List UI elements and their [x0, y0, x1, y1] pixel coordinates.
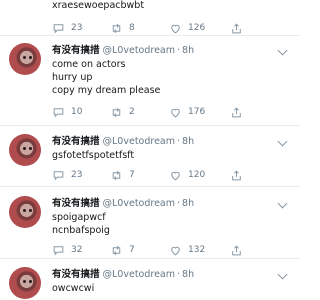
- retweet-count: 7: [129, 245, 135, 255]
- chevron-down-icon[interactable]: [277, 198, 288, 209]
- user-handle: @L0vetodream: [102, 136, 176, 147]
- share-button[interactable]: [230, 105, 243, 119]
- tweet-header: 有没有搞措 @L0vetodream · 8h: [52, 136, 195, 147]
- tweet-header: 有没有搞措 @L0vetodream · 8h: [52, 269, 195, 280]
- retweet-button[interactable]: 2: [110, 105, 135, 119]
- tweet-line: spoigapwcf: [52, 212, 106, 223]
- like-count: 132: [188, 245, 206, 255]
- retweet-count: 2: [129, 107, 135, 117]
- chevron-down-icon[interactable]: [277, 136, 288, 147]
- heart-icon: [171, 246, 180, 255]
- reply-button[interactable]: 10: [52, 105, 82, 119]
- avatar[interactable]: [9, 134, 41, 166]
- retweet-icon: [112, 23, 121, 33]
- tweet-line: ncnbafspoig: [52, 224, 110, 236]
- reply-icon: [53, 170, 64, 180]
- tweet-actions: 32 7 132: [52, 243, 292, 257]
- avatar[interactable]: [9, 267, 41, 299]
- timestamp[interactable]: 8h: [182, 136, 194, 147]
- reply-icon: [53, 23, 64, 33]
- share-icon: [232, 106, 241, 117]
- divider: [0, 186, 300, 187]
- tweet-header: 有没有搞措 @L0vetodream · 8h: [52, 198, 195, 209]
- tweet-text: spoigapwcf ncnbafspoig: [52, 212, 110, 238]
- display-name[interactable]: 有没有搞措: [52, 45, 100, 56]
- tweet-line: owcwcwi: [52, 283, 95, 294]
- tweet-text: come on actors hurry up copy my dream pl…: [52, 59, 160, 97]
- timestamp[interactable]: 8h: [182, 45, 194, 56]
- retweet-button[interactable]: 8: [110, 21, 135, 35]
- user-handle: @L0vetodream: [102, 269, 176, 280]
- reply-icon: [53, 245, 64, 255]
- tweet-line: come on actors: [52, 59, 126, 70]
- reply-count: 32: [71, 245, 83, 255]
- display-name[interactable]: 有没有搞措: [52, 198, 100, 209]
- heart-icon: [171, 108, 180, 117]
- like-button[interactable]: 120: [169, 168, 205, 182]
- chevron-down-icon[interactable]: [277, 45, 288, 56]
- reply-button[interactable]: 23: [52, 21, 82, 35]
- reply-count: 10: [71, 107, 83, 117]
- share-icon: [232, 22, 241, 33]
- tweet-text: owcwcwi: [52, 283, 94, 296]
- reply-icon: [53, 107, 64, 117]
- retweet-count: 7: [129, 170, 135, 180]
- retweet-button[interactable]: 7: [110, 243, 135, 257]
- tweet-line: gsfotetfspotetfsft: [52, 150, 135, 161]
- timeline-feed: xraesewoepacbwbt 23 8 126 有没有搞措 @L0vetodr: [0, 0, 300, 300]
- user-handle: @L0vetodream: [102, 45, 176, 56]
- retweet-button[interactable]: 7: [110, 168, 135, 182]
- share-button[interactable]: [230, 168, 243, 182]
- share-icon: [232, 169, 241, 180]
- like-count: 176: [188, 107, 206, 117]
- tweet-line: copy my dream please: [52, 84, 161, 96]
- like-button[interactable]: 126: [169, 21, 205, 35]
- share-icon: [232, 244, 241, 255]
- user-handle: @L0vetodream: [102, 198, 176, 209]
- timestamp[interactable]: 8h: [182, 269, 194, 280]
- avatar[interactable]: [9, 43, 41, 75]
- like-button[interactable]: 176: [169, 105, 205, 119]
- retweet-count: 8: [129, 23, 135, 33]
- heart-icon: [171, 171, 180, 180]
- display-name[interactable]: 有没有搞措: [52, 269, 100, 280]
- divider: [0, 35, 300, 36]
- tweet-line: xraesewoepacbwbt: [52, 0, 145, 11]
- timestamp[interactable]: 8h: [182, 198, 194, 209]
- tweet-line: hurry up: [52, 71, 93, 83]
- like-count: 126: [188, 23, 206, 33]
- reply-count: 23: [71, 23, 83, 33]
- divider: [0, 258, 300, 259]
- share-button[interactable]: [230, 243, 243, 257]
- reply-button[interactable]: 23: [52, 168, 82, 182]
- retweet-icon: [112, 170, 121, 180]
- reply-count: 23: [71, 170, 83, 180]
- tweet-actions: 10 2 176: [52, 105, 292, 119]
- tweet-actions: 23 8 126: [52, 21, 292, 35]
- tweet-actions: 23 7 120: [52, 168, 292, 182]
- like-count: 120: [188, 170, 206, 180]
- like-button[interactable]: 132: [169, 243, 205, 257]
- avatar[interactable]: [9, 196, 41, 228]
- chevron-down-icon[interactable]: [277, 269, 288, 280]
- reply-button[interactable]: 32: [52, 243, 82, 257]
- tweet-header: 有没有搞措 @L0vetodream · 8h: [52, 45, 195, 56]
- heart-icon: [171, 24, 180, 33]
- tweet-text: gsfotetfspotetfsft: [52, 150, 134, 163]
- tweet-text: xraesewoepacbwbt: [52, 0, 144, 13]
- divider: [0, 125, 300, 126]
- retweet-icon: [112, 107, 121, 117]
- display-name[interactable]: 有没有搞措: [52, 136, 100, 147]
- retweet-icon: [112, 245, 121, 255]
- share-button[interactable]: [230, 21, 243, 35]
